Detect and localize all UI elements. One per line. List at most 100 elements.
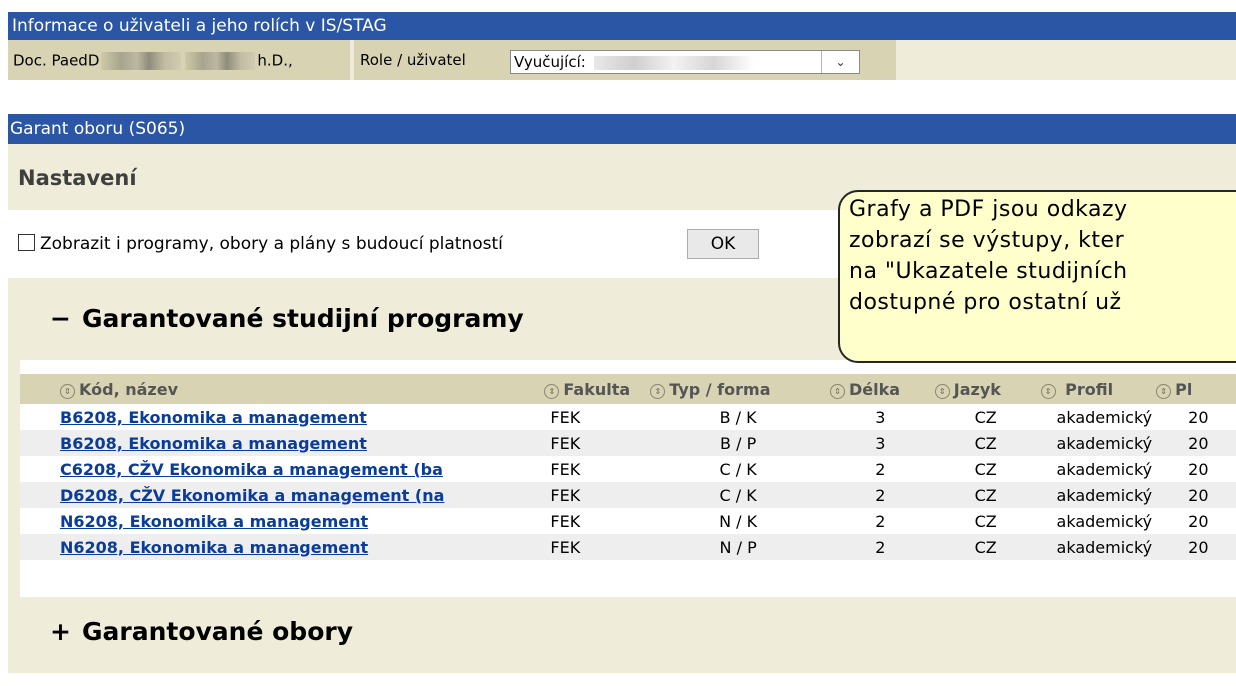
user-name-prefix: Doc. PaedD: [13, 51, 100, 70]
cell-profil: akademický: [1036, 430, 1153, 456]
table-row: C6208, CŽV Ekonomika a management (ba FE…: [20, 456, 1236, 482]
cell-delka: 2: [825, 534, 931, 560]
settings-row: Zobrazit i programy, obory a plány s bud…: [8, 224, 788, 264]
col-header-jazyk[interactable]: ⇕ Jazyk: [930, 374, 1037, 404]
table-row: B6208, Ekonomika a management FEK B / K …: [20, 404, 1236, 430]
table-row: N6208, Ekonomika a management FEK N / K …: [20, 508, 1236, 534]
sort-icon[interactable]: ⇕: [1156, 383, 1172, 399]
col-header-kod[interactable]: ⇕ Kód, název: [20, 374, 541, 404]
cell-typ: C / K: [719, 459, 757, 479]
user-name: Doc. PaedD h.D.,: [8, 40, 350, 80]
col-header-label: Profil: [1065, 379, 1114, 399]
cell-kod: N6208, Ekonomika a management: [20, 534, 541, 560]
cell-typ: C / K: [646, 482, 826, 508]
cell-pl: 20: [1188, 511, 1209, 531]
sort-icon[interactable]: ⇕: [1040, 383, 1056, 399]
cell-profil: akademický: [1036, 534, 1153, 560]
program-link[interactable]: D6208, CŽV Ekonomika a management (na: [60, 486, 444, 505]
cell-fakulta: FEK: [540, 534, 647, 560]
sort-icon[interactable]: ⇕: [829, 383, 845, 399]
cell-fakulta: FEK: [540, 430, 647, 456]
program-link[interactable]: B6208, Ekonomika a management: [60, 434, 367, 453]
col-header-typ[interactable]: ⇕ Typ / forma: [646, 374, 826, 404]
program-link[interactable]: C6208, CŽV Ekonomika a management (ba: [60, 460, 443, 479]
cell-kod: C6208, CŽV Ekonomika a management (ba: [20, 456, 540, 482]
col-header-label: Jazyk: [953, 379, 1001, 399]
cell-typ: N / K: [719, 511, 758, 531]
col-header-label: Pl: [1175, 379, 1193, 399]
cell-profil: akademický: [1036, 482, 1153, 508]
cell-delka: 3: [875, 407, 886, 427]
col-header-label: Kód, název: [79, 379, 178, 399]
programs-panel-label: Garantované studijní programy: [82, 304, 524, 333]
sort-icon[interactable]: ⇕: [544, 383, 560, 399]
col-header-profil[interactable]: ⇕ Profil: [1036, 374, 1153, 404]
collapse-icon[interactable]: −: [50, 304, 72, 333]
cell-kod: D6208, CŽV Ekonomika a management (na: [20, 482, 541, 508]
tooltip: Grafy a PDF jsou odkazy zobrazí se výstu…: [838, 190, 1236, 363]
fields-panel-label: Garantované obory: [82, 617, 354, 646]
redacted-name-blur: [101, 51, 182, 70]
programs-table: ⇕ Kód, název ⇕ Fakulta ⇕ Typ / forma ⇕ Délka…: [20, 374, 1236, 560]
chevron-down-icon[interactable]: ⌄: [821, 51, 859, 73]
cell-profil: akademický: [1056, 511, 1153, 531]
cell-jazyk: CZ: [930, 482, 1037, 508]
cell-kod: N6208, Ekonomika a management: [20, 508, 540, 534]
programs-panel-title[interactable]: − Garantované studijní programy: [50, 304, 524, 333]
cell-delka: 2: [875, 459, 886, 479]
cell-fakulta: FEK: [550, 459, 581, 479]
future-validity-label[interactable]: Zobrazit i programy, obory a plány s bud…: [40, 224, 503, 264]
col-header-label: Délka: [848, 379, 901, 399]
cell-profil: akademický: [1056, 459, 1153, 479]
cell-kod: B6208, Ekonomika a management: [20, 430, 541, 456]
cell-jazyk: CZ: [930, 534, 1037, 560]
cell-pl: 20: [1152, 534, 1236, 560]
program-link[interactable]: B6208, Ekonomika a management: [60, 408, 367, 427]
cell-fakulta: FEK: [550, 407, 581, 427]
cell-pl: 20: [1188, 459, 1209, 479]
col-header-fakulta[interactable]: ⇕ Fakulta: [540, 374, 647, 404]
cell-delka: 2: [875, 511, 886, 531]
cell-fakulta: FEK: [550, 511, 581, 531]
user-name-suffix: h.D.,: [257, 51, 293, 70]
ok-button[interactable]: OK: [687, 229, 759, 259]
cell-pl: 20: [1152, 430, 1236, 456]
table-header-row: ⇕ Kód, název ⇕ Fakulta ⇕ Typ / forma ⇕ Délka…: [20, 374, 1236, 404]
cell-typ: B / K: [719, 407, 757, 427]
cell-fakulta: FEK: [540, 482, 647, 508]
col-header-label: Fakulta: [563, 379, 631, 399]
program-link[interactable]: N6208, Ekonomika a management: [60, 512, 368, 531]
role-select-value: Vyučující:: [514, 53, 586, 71]
window-title: Informace o uživateli a jeho rolích v IS…: [8, 12, 1236, 40]
sort-icon[interactable]: ⇕: [650, 383, 666, 399]
col-header-delka[interactable]: ⇕ Délka: [825, 374, 931, 404]
cell-delka: 2: [825, 482, 931, 508]
sort-icon[interactable]: ⇕: [934, 383, 950, 399]
panel-gutter: [8, 360, 20, 597]
cell-delka: 3: [825, 430, 931, 456]
cell-pl: 20: [1188, 407, 1209, 427]
cell-pl: 20: [1152, 482, 1236, 508]
cell-profil: akademický: [1056, 407, 1153, 427]
programs-table-wrap: ⇕ Kód, název ⇕ Fakulta ⇕ Typ / forma ⇕ Délka…: [20, 374, 1236, 592]
cell-typ: B / P: [646, 430, 826, 456]
col-header-label: Typ / forma: [669, 379, 771, 399]
cell-jazyk: CZ: [974, 407, 997, 427]
future-validity-checkbox[interactable]: [18, 234, 35, 251]
table-row: N6208, Ekonomika a management FEK N / P …: [20, 534, 1236, 560]
redacted-role-blur: [593, 55, 754, 70]
fields-panel-title[interactable]: + Garantované obory: [50, 617, 353, 646]
tooltip-line: dostupné pro ostatní už: [849, 290, 1122, 315]
role-select[interactable]: Vyučující: ⌄: [510, 50, 860, 74]
fields-panel-header[interactable]: + Garantované obory: [8, 597, 1236, 673]
cell-jazyk: CZ: [974, 459, 997, 479]
expand-icon[interactable]: +: [50, 617, 72, 646]
cell-jazyk: CZ: [930, 430, 1037, 456]
cell-kod: B6208, Ekonomika a management: [20, 404, 540, 430]
section-title: Garant oboru (S065): [8, 114, 1236, 144]
cell-jazyk: CZ: [974, 511, 997, 531]
table-row: B6208, Ekonomika a management FEK B / P …: [20, 430, 1236, 456]
program-link[interactable]: N6208, Ekonomika a management: [60, 538, 368, 557]
sort-icon[interactable]: ⇕: [60, 383, 75, 399]
col-header-pl[interactable]: ⇕ Pl: [1152, 374, 1236, 404]
